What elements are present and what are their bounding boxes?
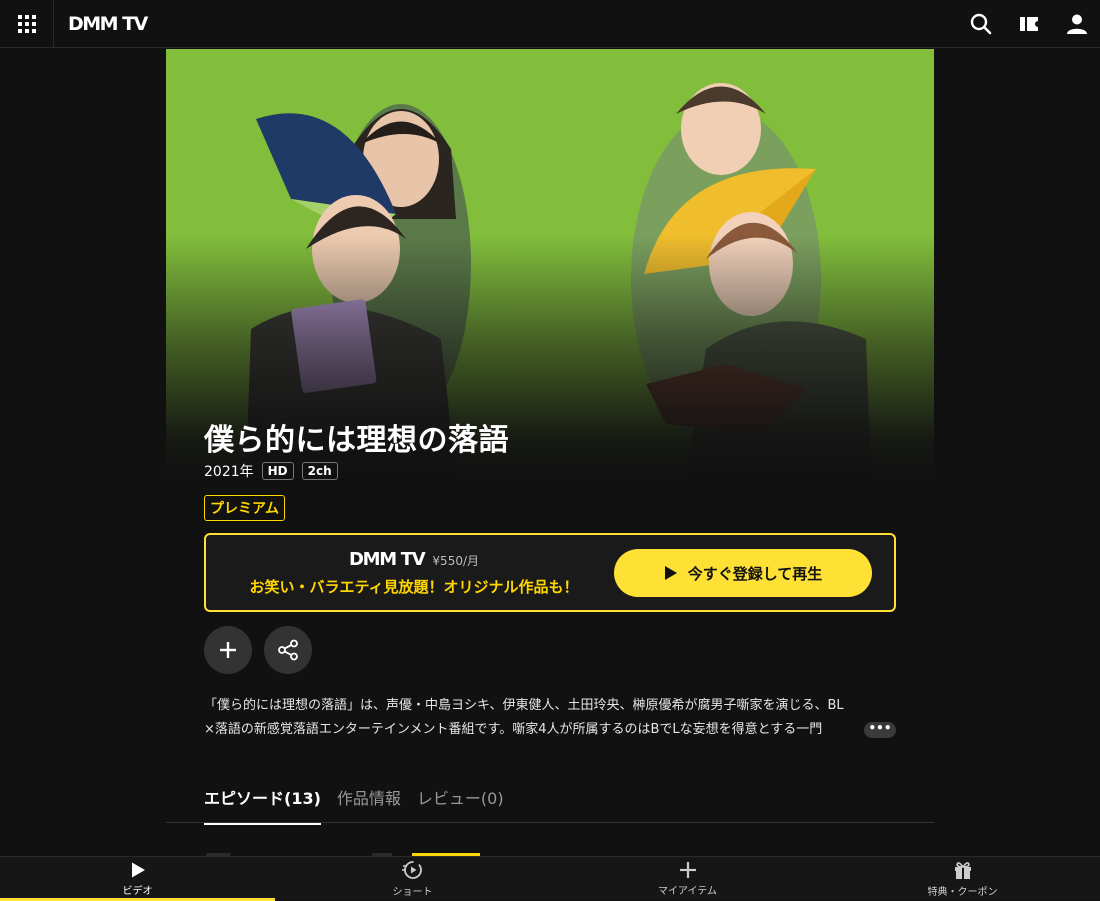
promo-tagline: お笑い・バラエティ見放題！オリジナル作品も！ (249, 578, 579, 596)
cta-label: 今すぐ登録して再生 (687, 564, 823, 583)
content-tabs: エピソード(13) 作品情報 レビュー(0) (204, 785, 504, 825)
apps-grid-icon (17, 15, 36, 33)
ticket-button[interactable] (1018, 13, 1040, 35)
share-button[interactable] (264, 626, 312, 674)
subscription-promo: DMM TV ¥550/月 お笑い・バラエティ見放題！オリジナル作品も！ 今すぐ… (204, 533, 896, 612)
add-to-list-button[interactable] (204, 626, 252, 674)
user-icon (1067, 14, 1087, 34)
meta-row: 2021年 HD 2ch (204, 461, 338, 481)
search-button[interactable] (970, 13, 992, 35)
nav-short[interactable]: ショート (275, 857, 550, 901)
hd-badge: HD (261, 462, 294, 480)
top-header: DMM TV (0, 0, 1100, 48)
page-title: 僕ら的には理想の落語 (204, 423, 509, 458)
search-icon (970, 13, 992, 35)
tabs-divider (166, 822, 934, 823)
play-icon (664, 566, 677, 580)
play-icon (131, 862, 145, 878)
tab-episodes[interactable]: エピソード(13) (204, 785, 321, 825)
bottom-navigation: ビデオ ショート マイアイテム 特典・クーポン (0, 856, 1100, 901)
account-button[interactable] (1066, 13, 1088, 35)
nav-my-items[interactable]: マイアイテム (550, 857, 825, 901)
plus-icon (679, 862, 696, 878)
promo-logo: DMM TV (348, 549, 426, 570)
promo-price: ¥550/月 (432, 554, 480, 568)
apps-menu-button[interactable] (0, 0, 54, 48)
nav-video[interactable]: ビデオ (0, 857, 275, 901)
nav-label: 特典・クーポン (927, 887, 998, 898)
nav-label: ショート (392, 887, 433, 898)
plus-icon (220, 642, 236, 658)
premium-badge: プレミアム (204, 495, 286, 521)
short-video-icon (401, 861, 422, 879)
expand-description-button[interactable]: ••• (864, 722, 896, 738)
release-year: 2021年 (204, 464, 254, 480)
nav-benefits-coupons[interactable]: 特典・クーポン (825, 857, 1100, 901)
nav-label: ビデオ (122, 886, 153, 897)
description: 「僕ら的には理想の落語」は、声優・中島ヨシキ、伊東健人、土田玲央、榊原優希が腐男… (204, 694, 896, 742)
ticket-icon (1020, 17, 1038, 31)
subscribe-play-button[interactable]: 今すぐ登録して再生 (614, 549, 872, 597)
description-line-1: 「僕ら的には理想の落語」は、声優・中島ヨシキ、伊東健人、土田玲央、榊原優希が腐男… (204, 698, 844, 713)
hero-image (166, 49, 934, 475)
description-line-2: ×落語の新感覚落語エンターテインメント番組です。噺家4人が所属するのはBでLな妄… (204, 722, 823, 737)
share-icon (278, 639, 298, 661)
audio-badge: 2ch (301, 462, 338, 480)
site-logo[interactable]: DMM TV (68, 11, 148, 37)
nav-label: マイアイテム (658, 886, 717, 897)
gift-icon (954, 862, 971, 879)
tab-work-info[interactable]: 作品情報 (337, 785, 401, 825)
tab-reviews[interactable]: レビュー(0) (417, 785, 504, 825)
